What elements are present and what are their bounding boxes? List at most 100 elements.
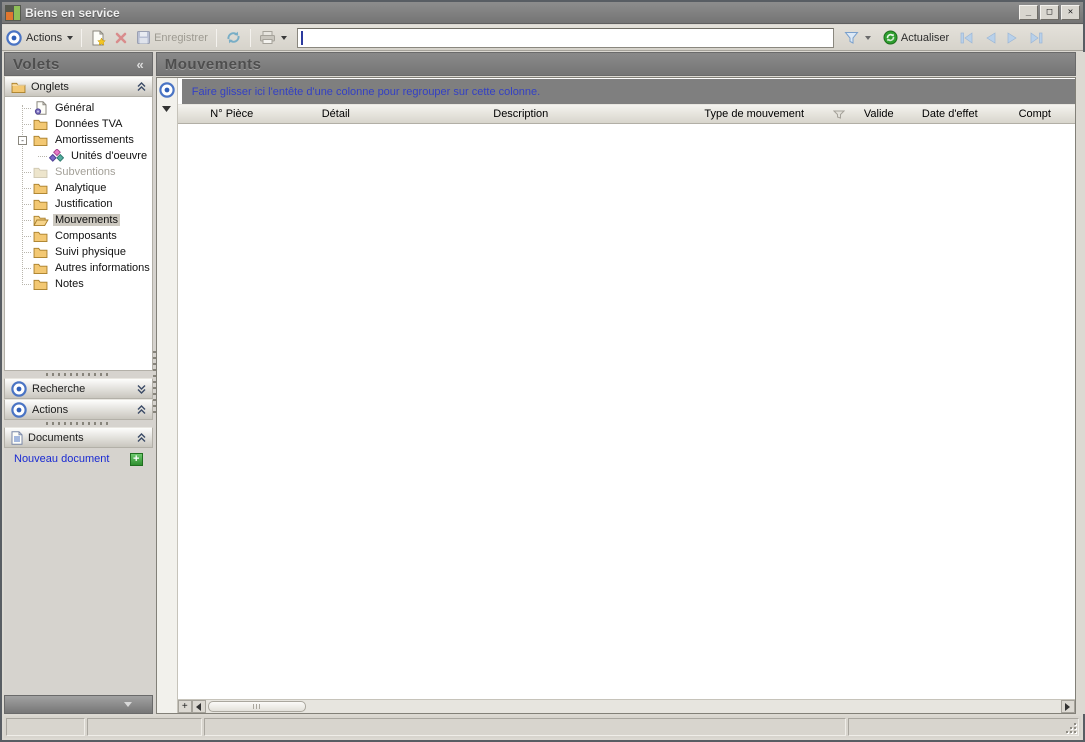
- last-record-icon: [1030, 31, 1043, 44]
- refresh-arrows-icon: [227, 31, 240, 44]
- tree-item-composants[interactable]: Composants: [5, 228, 152, 244]
- onglets-tree: Général Données TVA - Amortissements Uni…: [4, 97, 153, 371]
- column-header-row: N° Pièce Détail Description Type de mouv…: [177, 104, 1075, 124]
- section-header-onglets[interactable]: Onglets: [4, 76, 153, 97]
- column-header-compte[interactable]: Compt: [995, 105, 1075, 123]
- new-document-row: Nouveau document +: [4, 448, 153, 470]
- column-header-detail[interactable]: Détail: [286, 105, 386, 123]
- section-header-actions[interactable]: Actions: [4, 399, 153, 420]
- green-refresh-icon: [883, 30, 898, 45]
- filter-dropdown-icon[interactable]: [864, 35, 871, 40]
- save-icon: [137, 31, 151, 44]
- sidebar-title: Volets: [13, 55, 60, 73]
- nav-last-button[interactable]: [1025, 30, 1047, 46]
- filter-input[interactable]: [297, 28, 833, 47]
- tree-item-donnees-tva[interactable]: Données TVA: [5, 116, 152, 132]
- delete-record-button[interactable]: [110, 29, 132, 47]
- column-header-description[interactable]: Description: [386, 105, 656, 123]
- group-by-bar[interactable]: Faire glisser ici l'entête d'une colonne…: [181, 79, 1075, 104]
- actions-menu-button[interactable]: Actions: [22, 30, 77, 46]
- new-record-button[interactable]: [86, 28, 110, 48]
- filter-input-wrapper: [296, 27, 834, 48]
- status-bar: [4, 716, 1081, 738]
- previous-record-icon: [986, 31, 996, 44]
- tree-item-mouvements[interactable]: Mouvements: [5, 212, 152, 228]
- target-icon: [11, 401, 27, 418]
- folder-icon: [32, 261, 49, 275]
- folder-icon: [32, 277, 49, 291]
- modules-icon: [48, 149, 65, 163]
- next-record-icon: [1007, 31, 1017, 44]
- main-toolbar: Actions Enregistrer Actualiser: [2, 25, 1083, 51]
- folder-icon: [32, 133, 49, 147]
- nav-first-button[interactable]: [956, 30, 978, 46]
- maximize-button[interactable]: □: [1040, 5, 1059, 20]
- tree-collapse-icon[interactable]: -: [18, 136, 27, 145]
- actualiser-button[interactable]: Actualiser: [879, 28, 953, 47]
- scroll-left-button[interactable]: [191, 700, 206, 713]
- row-menu-icon[interactable]: [162, 106, 172, 112]
- add-row-button[interactable]: +: [177, 700, 192, 713]
- chevron-down-icon: [280, 35, 287, 40]
- close-button[interactable]: ✕: [1061, 5, 1080, 20]
- minimize-button[interactable]: _: [1019, 5, 1038, 20]
- toolbar-separator: [215, 28, 217, 47]
- column-header-valide[interactable]: Valide: [853, 105, 905, 123]
- chevron-double-up-icon: [137, 81, 146, 92]
- sidebar-volets: Volets « Onglets Général Données TVA - A…: [4, 52, 153, 714]
- main-title: Mouvements: [164, 55, 262, 73]
- app-logo-icon: [5, 4, 21, 21]
- grid-empty-body: [177, 124, 1075, 699]
- grid-target-icon: [159, 82, 175, 98]
- print-button[interactable]: [255, 28, 291, 47]
- main-caption: Mouvements: [155, 52, 1076, 76]
- save-button[interactable]: Enregistrer: [132, 28, 212, 47]
- tree-item-notes[interactable]: Notes: [5, 276, 152, 292]
- folder-disabled-icon: [32, 165, 49, 179]
- page-gear-icon: [32, 101, 49, 115]
- title-bar: Biens en service _ □ ✕: [2, 2, 1083, 24]
- status-cell: [87, 718, 202, 736]
- sidebar-splitter[interactable]: [4, 420, 153, 427]
- collapse-left-icon[interactable]: «: [137, 57, 144, 72]
- chevron-double-down-icon: [137, 384, 146, 394]
- reload-button[interactable]: [221, 28, 246, 47]
- column-filter-icon[interactable]: [832, 110, 845, 119]
- toolbar-separator: [81, 28, 83, 47]
- tree-item-general[interactable]: Général: [5, 100, 152, 116]
- folder-icon: [32, 181, 49, 195]
- actions-target-icon: [6, 29, 22, 46]
- section-header-recherche[interactable]: Recherche: [4, 378, 153, 399]
- nav-previous-button[interactable]: [981, 30, 1000, 46]
- chevron-double-up-icon: [137, 404, 146, 415]
- resize-grip[interactable]: [1064, 721, 1077, 734]
- delete-x-icon: [115, 32, 127, 43]
- tree-item-autres-informations[interactable]: Autres informations: [5, 260, 152, 276]
- group-by-hint: Faire glisser ici l'entête d'une colonne…: [191, 85, 541, 98]
- sidebar-splitter[interactable]: [4, 371, 153, 378]
- folder-icon: [32, 117, 49, 131]
- movements-grid: Faire glisser ici l'entête d'une colonne…: [155, 77, 1076, 714]
- status-cell: [848, 718, 1079, 736]
- new-document-link[interactable]: Nouveau document: [14, 453, 109, 465]
- column-header-no-piece[interactable]: N° Pièce: [178, 105, 286, 123]
- tree-item-suivi-physique[interactable]: Suivi physique: [5, 244, 152, 260]
- scroll-right-button[interactable]: [1060, 700, 1075, 713]
- window-title: Biens en service: [25, 5, 120, 20]
- text-cursor: [300, 30, 303, 45]
- filter-button[interactable]: [840, 29, 863, 46]
- tree-item-unites-doeuvre[interactable]: Unités d'oeuvre: [5, 148, 152, 164]
- nav-next-button[interactable]: [1003, 30, 1022, 46]
- tree-item-analytique[interactable]: Analytique: [5, 180, 152, 196]
- column-header-date-deffet[interactable]: Date d'effet: [905, 105, 995, 123]
- tree-item-amortissements[interactable]: - Amortissements: [5, 132, 152, 148]
- folder-icon: [32, 245, 49, 259]
- sidebar-bottom-bar[interactable]: [4, 695, 153, 714]
- column-header-type-de-mouvement[interactable]: Type de mouvement: [656, 105, 853, 123]
- tree-item-justification[interactable]: Justification: [5, 196, 152, 212]
- section-header-documents[interactable]: Documents: [4, 427, 153, 448]
- sidebar-caption: Volets «: [4, 52, 153, 76]
- scrollbar-thumb[interactable]: [207, 701, 306, 712]
- funnel-icon: [844, 32, 859, 44]
- add-document-button[interactable]: +: [129, 452, 143, 466]
